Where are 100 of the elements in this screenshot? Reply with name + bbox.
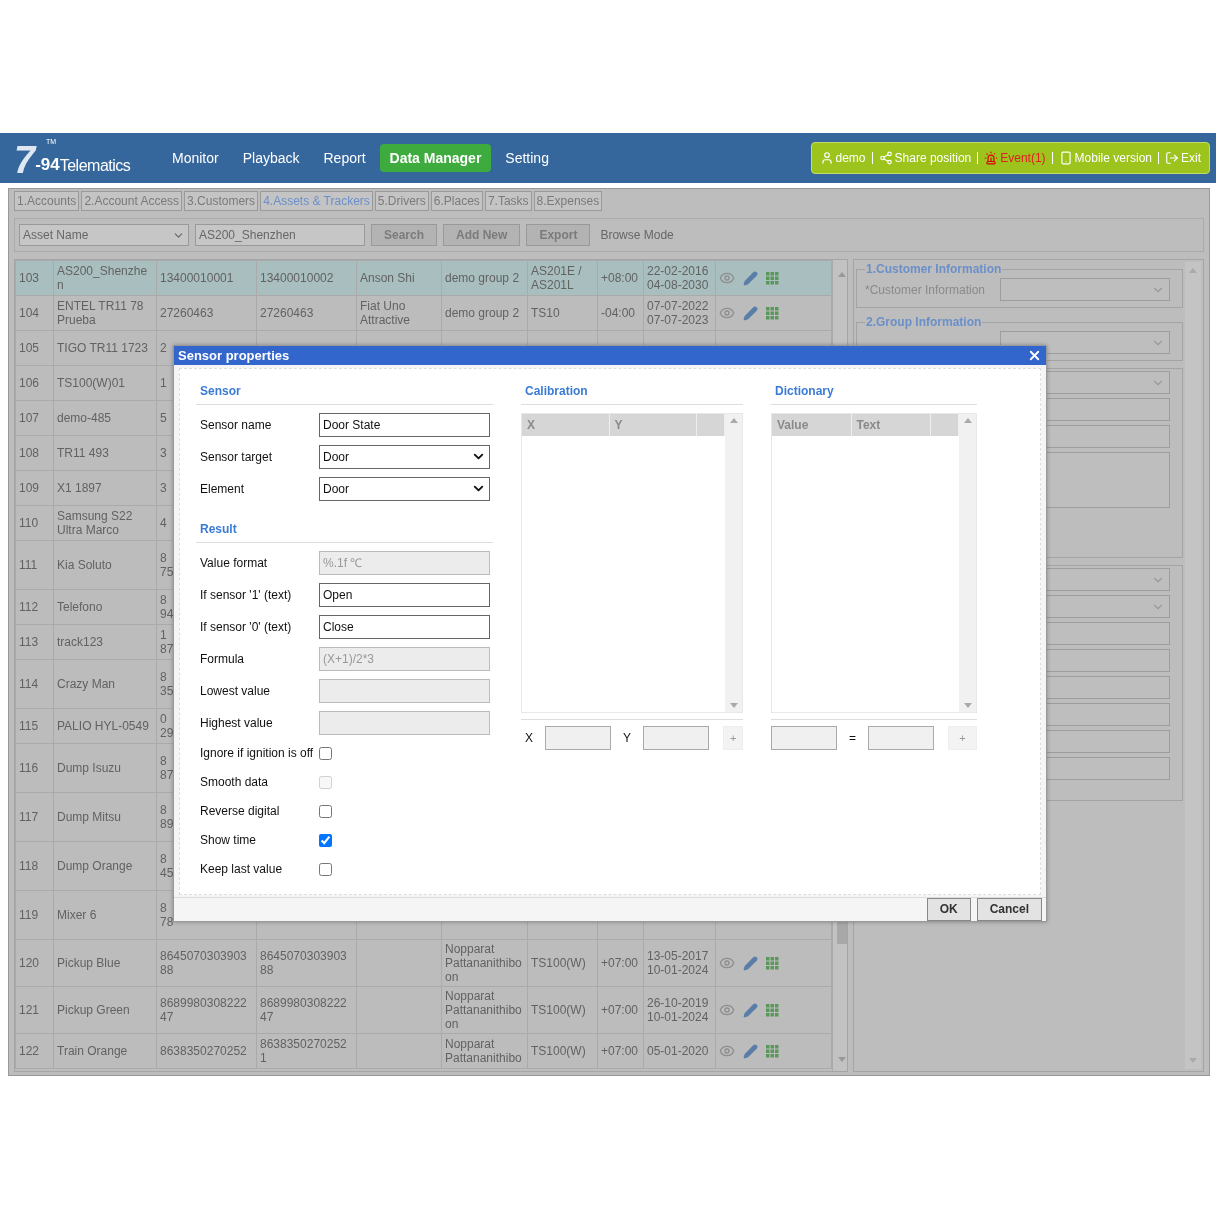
table-cell: +07:00 (597, 986, 644, 1034)
view-icon[interactable] (719, 1043, 735, 1059)
tab[interactable]: 1.Accounts (14, 191, 80, 211)
nav-item[interactable]: Monitor (162, 144, 229, 172)
view-icon[interactable] (719, 305, 735, 321)
user-bar-link[interactable]: Share position (878, 151, 972, 165)
table-cell: 864507030390388 (156, 939, 257, 987)
search-field[interactable]: AS200_Shenzhen (195, 224, 365, 246)
toolbar-button[interactable]: Export (526, 224, 591, 246)
select-field[interactable]: Door (319, 444, 490, 469)
input-label: X (524, 730, 534, 745)
add-button[interactable]: + (723, 725, 744, 750)
filter-select[interactable]: Asset Name (19, 224, 189, 246)
table-cell: 109 (15, 470, 54, 506)
user-bar-link[interactable]: Mobile version (1058, 151, 1152, 165)
table-cell: Dump Isuzu (53, 743, 157, 793)
nav-item[interactable]: Report (313, 144, 376, 172)
table-cell: Telefono (53, 589, 157, 625)
table-cell: Dump Orange (53, 841, 157, 891)
table-cell: Anson Shi (356, 260, 442, 296)
table-cell: 07-07-2022 07-07-2023 (643, 295, 716, 331)
table-cell: 113 (15, 624, 54, 660)
column-header: Y (609, 413, 697, 436)
checkbox[interactable] (319, 833, 332, 847)
scroll-up-icon[interactable] (729, 417, 738, 423)
select-field[interactable] (1000, 278, 1170, 301)
table-cell: Dump Mitsu (53, 792, 157, 842)
grid-icon[interactable] (766, 1003, 779, 1017)
table-cell: 27260463 (256, 295, 357, 331)
input-field[interactable] (868, 725, 934, 750)
table-cell: 122 (15, 1033, 54, 1069)
nav-item[interactable]: Data Manager (379, 144, 492, 172)
dialog-button[interactable]: Cancel (976, 897, 1042, 921)
scroll-down-icon[interactable] (963, 702, 972, 708)
column-header: Value (772, 413, 852, 436)
table-cell: 26-10-2019 10-01-2024 (643, 986, 716, 1034)
pencil-icon[interactable] (743, 1002, 758, 1018)
checkbox[interactable] (319, 746, 332, 760)
table-cell: 868998030822247 (156, 986, 257, 1034)
input-field[interactable]: Close (319, 614, 490, 639)
toolbar-button[interactable]: Add New (443, 224, 521, 246)
pencil-icon[interactable] (743, 955, 758, 971)
tab[interactable]: 7.Tasks (484, 191, 532, 211)
table-cell: 864507030390388 (256, 939, 357, 987)
nav-item[interactable]: Setting (495, 144, 559, 172)
scroll-up-icon[interactable] (838, 272, 846, 277)
tab[interactable]: 5.Drivers (374, 191, 429, 211)
scroll-down-icon[interactable] (838, 1057, 846, 1062)
toolbar-button[interactable]: Search (371, 224, 438, 246)
input-field[interactable]: Door State (319, 412, 490, 437)
table-cell: +07:00 (597, 939, 644, 987)
select-field[interactable]: Door (319, 476, 490, 501)
section-heading: Calibration (521, 378, 743, 405)
checkbox[interactable] (319, 804, 332, 818)
table-cell: Nopparat Pattananithiboon (441, 986, 528, 1034)
dialog-button[interactable]: OK (926, 897, 971, 921)
scrollbar[interactable] (1185, 262, 1201, 1069)
user-bar-link[interactable]: demo (819, 151, 866, 165)
view-icon[interactable] (719, 1002, 735, 1018)
table-cell: AS200_Shenzhen (53, 260, 157, 296)
table-cell: Fiat Uno Attractive (356, 295, 442, 331)
view-icon[interactable] (719, 270, 735, 286)
table-cell: 116 (15, 743, 54, 793)
table-cell: TS100(W) (527, 939, 598, 987)
user-bar-link[interactable]: Event(1) (984, 151, 1046, 165)
scroll-down-icon[interactable] (1189, 1058, 1197, 1063)
table-cell: TR11 493 (53, 435, 157, 471)
nav-item[interactable]: Playback (232, 144, 310, 172)
input-field[interactable] (643, 725, 710, 750)
input-field[interactable] (771, 725, 837, 750)
column-header: Text (851, 413, 931, 436)
scroll-up-icon[interactable] (963, 417, 972, 423)
input-field[interactable] (545, 725, 611, 750)
table-cell: 103 (15, 260, 54, 296)
add-button[interactable]: + (948, 725, 977, 750)
input-field[interactable]: Open (319, 582, 490, 607)
checkbox[interactable] (319, 862, 332, 876)
user-bar-link[interactable]: Exit (1165, 151, 1201, 165)
tab[interactable]: 3.Customers (184, 191, 259, 211)
grid-icon[interactable] (766, 271, 779, 285)
grid-icon[interactable] (766, 956, 779, 970)
table-cell: 27260463 (156, 295, 257, 331)
table-cell: 117 (15, 792, 54, 842)
view-icon[interactable] (719, 955, 735, 971)
grid-icon[interactable] (766, 1044, 779, 1058)
scroll-thumb[interactable] (837, 920, 847, 944)
section-heading: Result (196, 516, 493, 543)
table-cell: Nopparat Pattananithibo (441, 1033, 528, 1069)
tab[interactable]: 6.Places (430, 191, 483, 211)
tab[interactable]: 8.Expenses (533, 191, 603, 211)
table-cell: AS201E / AS201L (527, 260, 598, 296)
table-cell: +08:00 (597, 260, 644, 296)
pencil-icon[interactable] (743, 305, 758, 321)
tab[interactable]: 4.Assets & Trackers (260, 191, 373, 211)
pencil-icon[interactable] (743, 270, 758, 286)
tab[interactable]: 2.Account Access (81, 191, 183, 211)
grid-icon[interactable] (766, 306, 779, 320)
table-cell: Train Orange (53, 1033, 157, 1069)
scroll-up-icon[interactable] (1189, 268, 1197, 273)
pencil-icon[interactable] (743, 1043, 758, 1059)
